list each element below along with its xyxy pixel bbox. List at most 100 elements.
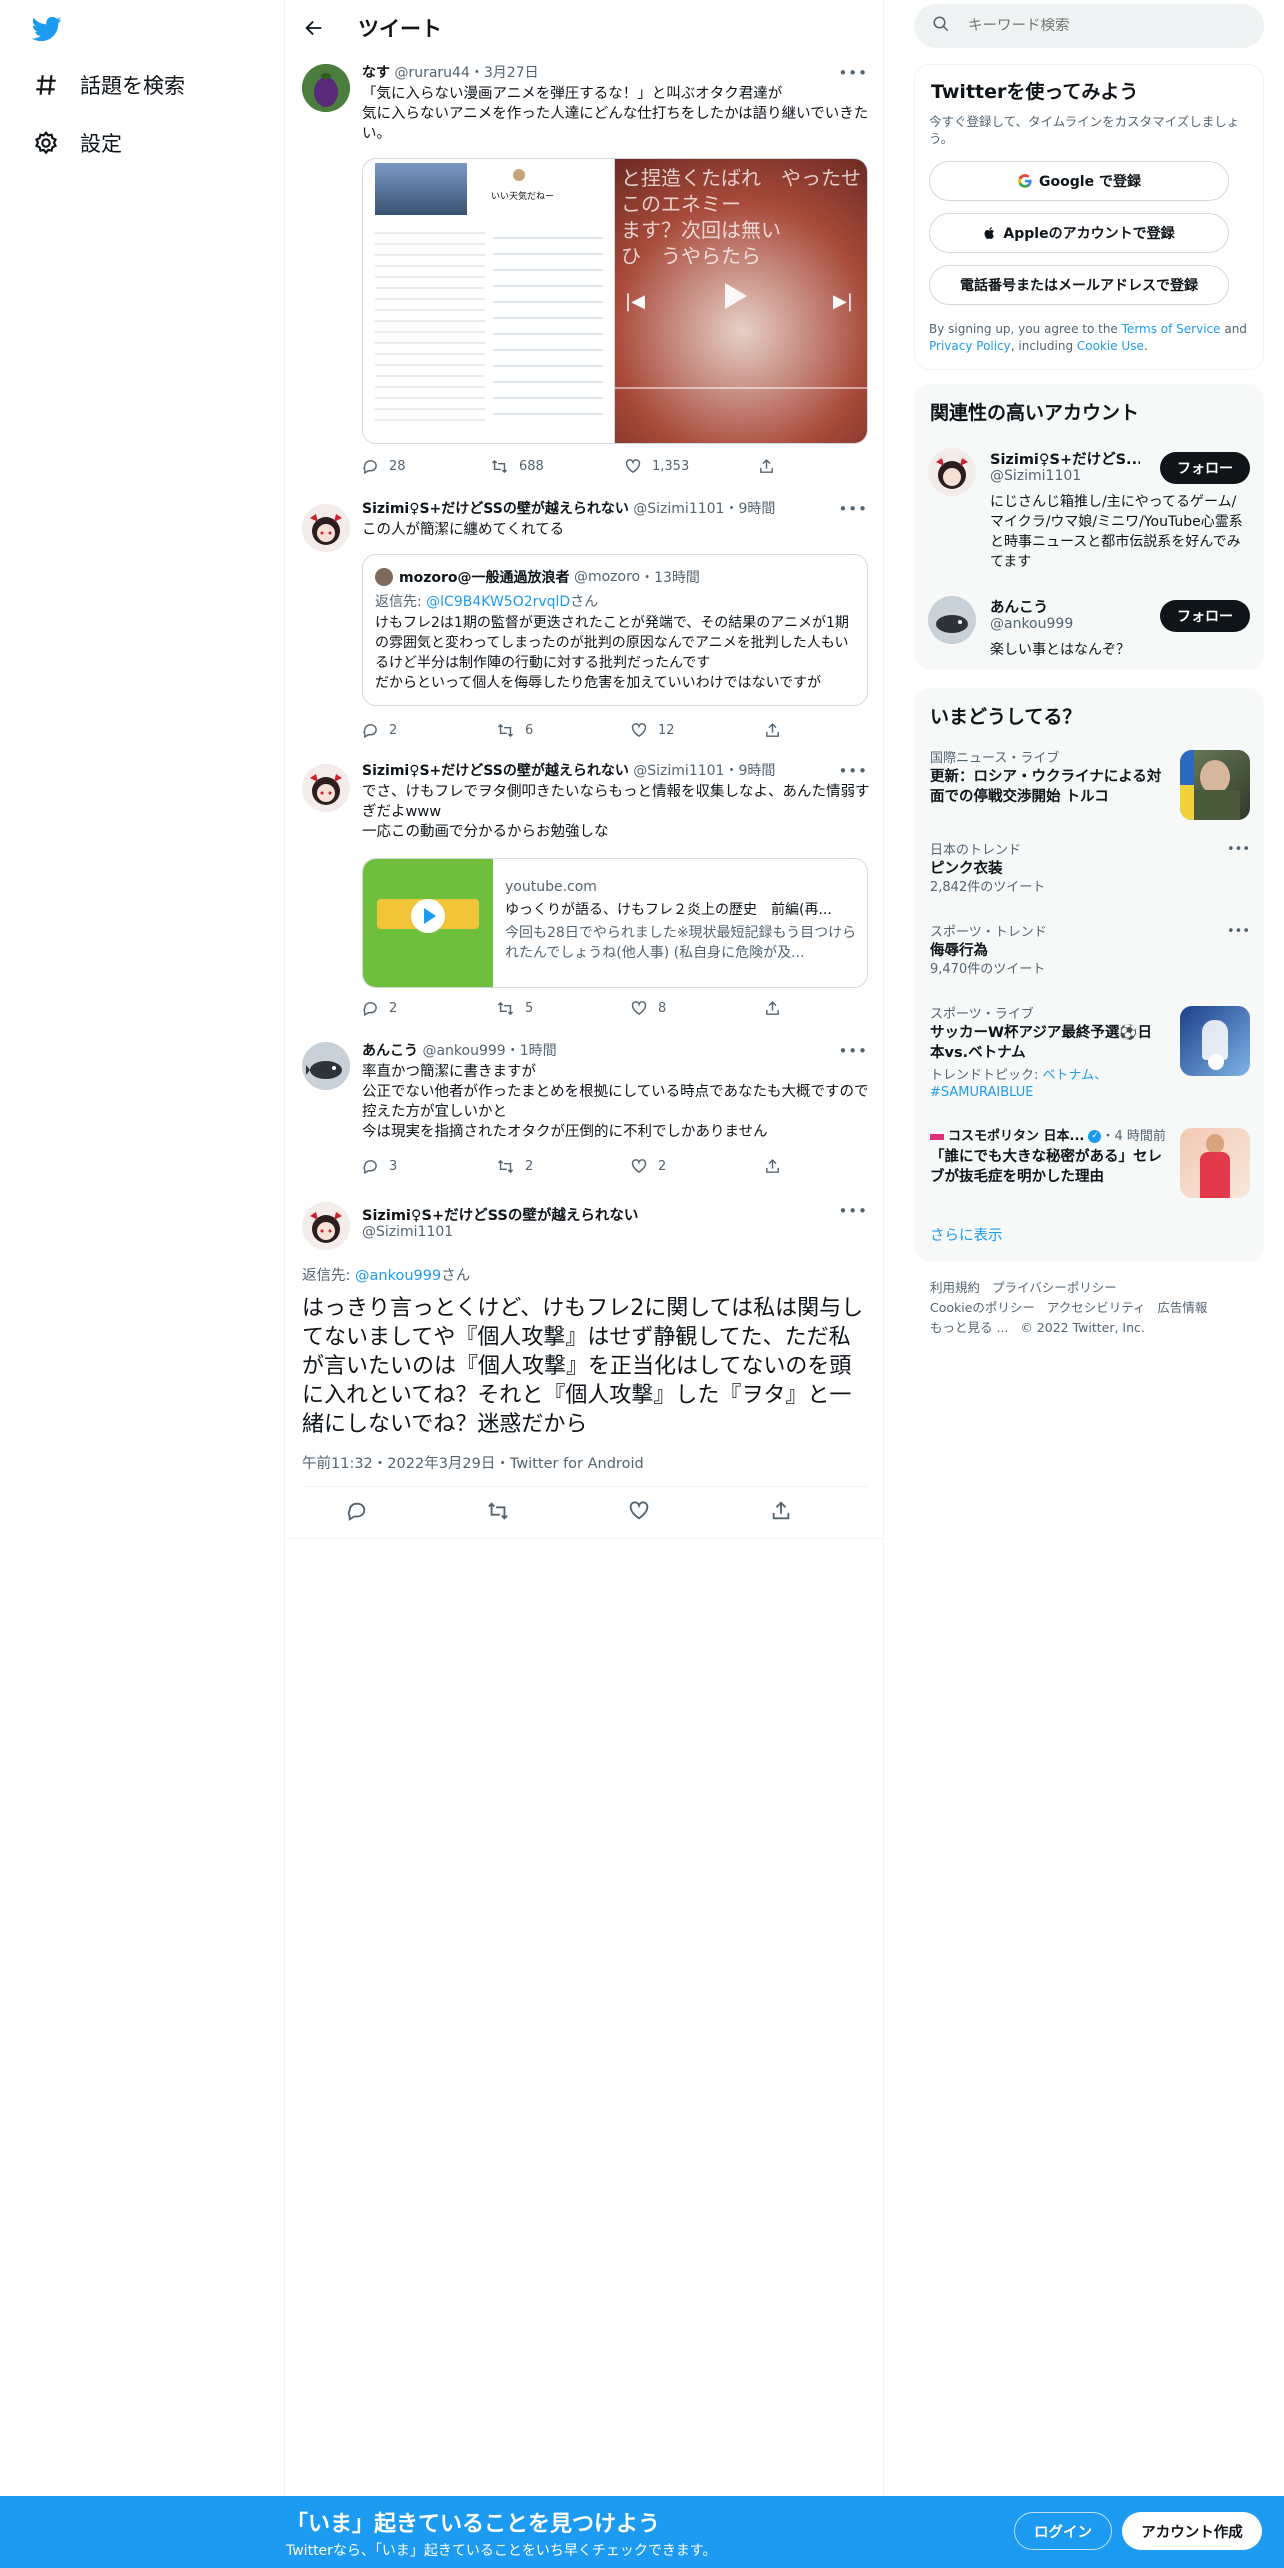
reply-button[interactable]: 3 (362, 1158, 397, 1175)
nav-settings[interactable]: 設定 (32, 128, 122, 158)
heart-icon[interactable] (628, 1500, 650, 1526)
follow-button[interactable]: フォロー (1160, 600, 1250, 632)
signup-button[interactable]: アカウント作成 (1122, 2512, 1262, 2550)
avatar[interactable] (302, 1042, 350, 1090)
search-box[interactable] (914, 4, 1264, 48)
tweet-time[interactable]: 9時間 (738, 501, 775, 517)
cookie-link[interactable]: Cookie Use (1077, 339, 1144, 353)
footer-link[interactable]: アクセシビリティ (1047, 1300, 1146, 1315)
reply-button[interactable]: 2 (362, 1000, 397, 1017)
search-icon (932, 15, 950, 37)
trend-item[interactable]: スポーツ・ライブ サッカーW杯アジア最終予選⚽日本vs.ベトナム トレンドトピッ… (930, 1006, 1250, 1101)
quote-reply-link[interactable]: @lC9B4KW5O2rvqlD (426, 594, 570, 610)
avatar[interactable] (302, 504, 350, 552)
more-options-icon[interactable]: ••• (1227, 924, 1250, 939)
quoted-tweet[interactable]: mozoro@一般通過放浪者 @mozoro ・ 13時間 返信先: @lC9B4K… (362, 554, 868, 706)
tweet-author-name[interactable]: あんこう (362, 1043, 418, 1059)
back-arrow-icon[interactable] (298, 12, 330, 44)
privacy-link[interactable]: Privacy Policy (929, 339, 1011, 353)
like-button[interactable]: 2 (630, 1158, 666, 1175)
tweet-item[interactable]: なす @ruraru44・3月27日 「気に入らない漫画アニメを弾圧するな！」と… (286, 60, 884, 490)
account-bio: 楽しい事とはなんぞ？ (990, 642, 1130, 658)
heart-icon (631, 1159, 647, 1174)
trend-item[interactable]: コスモポリタン 日本... ✓ ・4 時間前 「誰にでも大きな秘密がある」セレブが… (930, 1128, 1250, 1198)
avatar[interactable] (928, 448, 976, 496)
more-options-icon[interactable]: ••• (838, 1202, 868, 1220)
more-options-icon[interactable]: ••• (1227, 842, 1250, 857)
reply-button[interactable]: 28 (362, 458, 406, 475)
account-name[interactable]: あんこう (990, 596, 1048, 617)
more-options-icon[interactable]: ••• (838, 762, 868, 780)
link-card[interactable]: youtube.com ゆっくりが語る、けもフレ２炎上の歴史 前編(再... 今… (362, 858, 868, 988)
google-signup-button[interactable]: Google で登録 (929, 161, 1229, 201)
terms-link[interactable]: Terms of Service (1122, 322, 1221, 336)
tweet-actions: 2 6 12 (362, 722, 802, 742)
search-input[interactable] (968, 18, 1228, 34)
tweet-text: 率直かつ簡潔に書きますが 公正でない他者が作ったまとめを根拠にしている時点であな… (362, 1064, 869, 1140)
more-options-icon[interactable]: ••• (838, 1042, 868, 1060)
tweet-time[interactable]: 1時間 (520, 1043, 557, 1059)
share-icon[interactable] (770, 1500, 792, 1526)
more-options-icon[interactable]: ••• (838, 64, 868, 82)
share-button[interactable] (764, 1000, 791, 1017)
twitter-bird-icon[interactable] (30, 14, 68, 46)
retweet-button[interactable]: 5 (496, 1000, 533, 1017)
media-video-thumbnail[interactable]: と捏造くたばれ やったせ このエネミー ます？次回は無い ひ うやらたら |◀ … (615, 159, 867, 443)
tweet-time[interactable]: 3月27日 (484, 65, 539, 81)
retweet-icon (497, 723, 514, 738)
retweet-icon[interactable] (486, 1500, 510, 1526)
like-button[interactable]: 12 (630, 722, 675, 739)
avatar[interactable] (302, 1202, 350, 1250)
divider (302, 1486, 868, 1487)
play-icon[interactable] (725, 283, 747, 309)
tweet-author-name[interactable]: なす (362, 65, 390, 81)
more-options-icon[interactable]: ••• (838, 500, 868, 518)
tweet-item[interactable]: Sizimi♀S+だけどSSの壁が越えられない @Sizimi1101・9時間 … (286, 500, 884, 750)
footer-link[interactable]: Cookieのポリシー (930, 1300, 1035, 1315)
trend-item[interactable]: スポーツ・トレンド 侮辱行為 9,470件のツイート ••• (930, 924, 1250, 978)
tweet-media[interactable]: いい天気だねー と捏造くたばれ やったせ このエネミー ます？次回は無い ひ う… (362, 158, 868, 444)
quote-text: けもフレ2は1期の監督が更迭されたことが発端で、その結果のアニメが1期の雰囲気と… (375, 615, 849, 691)
show-more-link[interactable]: さらに表示 (930, 1224, 1003, 1245)
skip-back-icon[interactable]: |◀ (625, 291, 645, 312)
follow-button[interactable]: フォロー (1160, 452, 1250, 484)
retweet-button[interactable]: 688 (490, 458, 544, 475)
media-screenshot-image[interactable]: いい天気だねー (363, 159, 615, 443)
phone-email-signup-button[interactable]: 電話番号またはメールアドレスで登録 (929, 265, 1229, 305)
account-item[interactable]: Sizimi♀S+だけどS... @Sizimi1101 フォロー にじさんじ箱… (914, 444, 1264, 574)
share-button[interactable] (764, 722, 791, 739)
apple-signup-button[interactable]: Appleのアカウントで登録 (929, 213, 1229, 253)
account-name[interactable]: Sizimi♀S+だけどS... (990, 448, 1140, 469)
tweet-author-name[interactable]: Sizimi♀S+だけどSSの壁が越えられない (362, 763, 629, 779)
retweet-button[interactable]: 6 (496, 722, 533, 739)
footer-link[interactable]: プライバシーポリシー (992, 1280, 1117, 1295)
reply-icon[interactable] (346, 1500, 368, 1526)
like-button[interactable]: 1,353 (624, 458, 689, 475)
footer-link[interactable]: 利用規約 (930, 1280, 980, 1295)
tweet-item[interactable]: あんこう @ankou999・1時間 率直かつ簡潔に書きますが 公正でない他者が… (286, 1042, 884, 1192)
skip-forward-icon[interactable]: ▶| (833, 291, 853, 312)
tweet-author-name[interactable]: Sizimi♀S+だけどSSの壁が越えられない (362, 1204, 638, 1225)
account-item[interactable]: あんこう @ankou999 フォロー 楽しい事とはなんぞ？ (914, 592, 1264, 662)
share-button[interactable] (764, 1158, 791, 1175)
avatar[interactable] (928, 596, 976, 644)
footer-link[interactable]: 広告情報 (1157, 1300, 1207, 1315)
like-button[interactable]: 8 (630, 1000, 666, 1017)
video-progress-bar[interactable] (615, 387, 867, 389)
trend-image (1180, 750, 1250, 820)
retweet-button[interactable]: 2 (496, 1158, 533, 1175)
nav-explore[interactable]: 話題を検索 (32, 70, 185, 100)
reply-button[interactable]: 2 (362, 722, 397, 739)
avatar[interactable] (302, 764, 350, 812)
tweet-item[interactable]: Sizimi♀S+だけどSSの壁が越えられない @Sizimi1101・9時間 … (286, 760, 884, 1032)
tweet-timestamp[interactable]: 午前11:32・2022年3月29日・Twitter for Android (302, 1452, 644, 1473)
footer-link[interactable]: もっと見る ... (930, 1320, 1008, 1335)
share-button[interactable] (758, 458, 785, 475)
trend-item[interactable]: 日本のトレンド ピンク衣装 2,842件のツイート ••• (930, 842, 1250, 896)
login-button[interactable]: ログイン (1014, 2512, 1112, 2550)
reply-to-link[interactable]: @ankou999 (355, 1268, 441, 1284)
tweet-author-name[interactable]: Sizimi♀S+だけどSSの壁が越えられない (362, 501, 629, 517)
avatar[interactable] (302, 64, 350, 112)
tweet-time[interactable]: 9時間 (738, 763, 775, 779)
trend-item[interactable]: 国際ニュース・ライブ 更新：ロシア・ウクライナによる対面での停戦交渉開始 トルコ (930, 750, 1250, 820)
